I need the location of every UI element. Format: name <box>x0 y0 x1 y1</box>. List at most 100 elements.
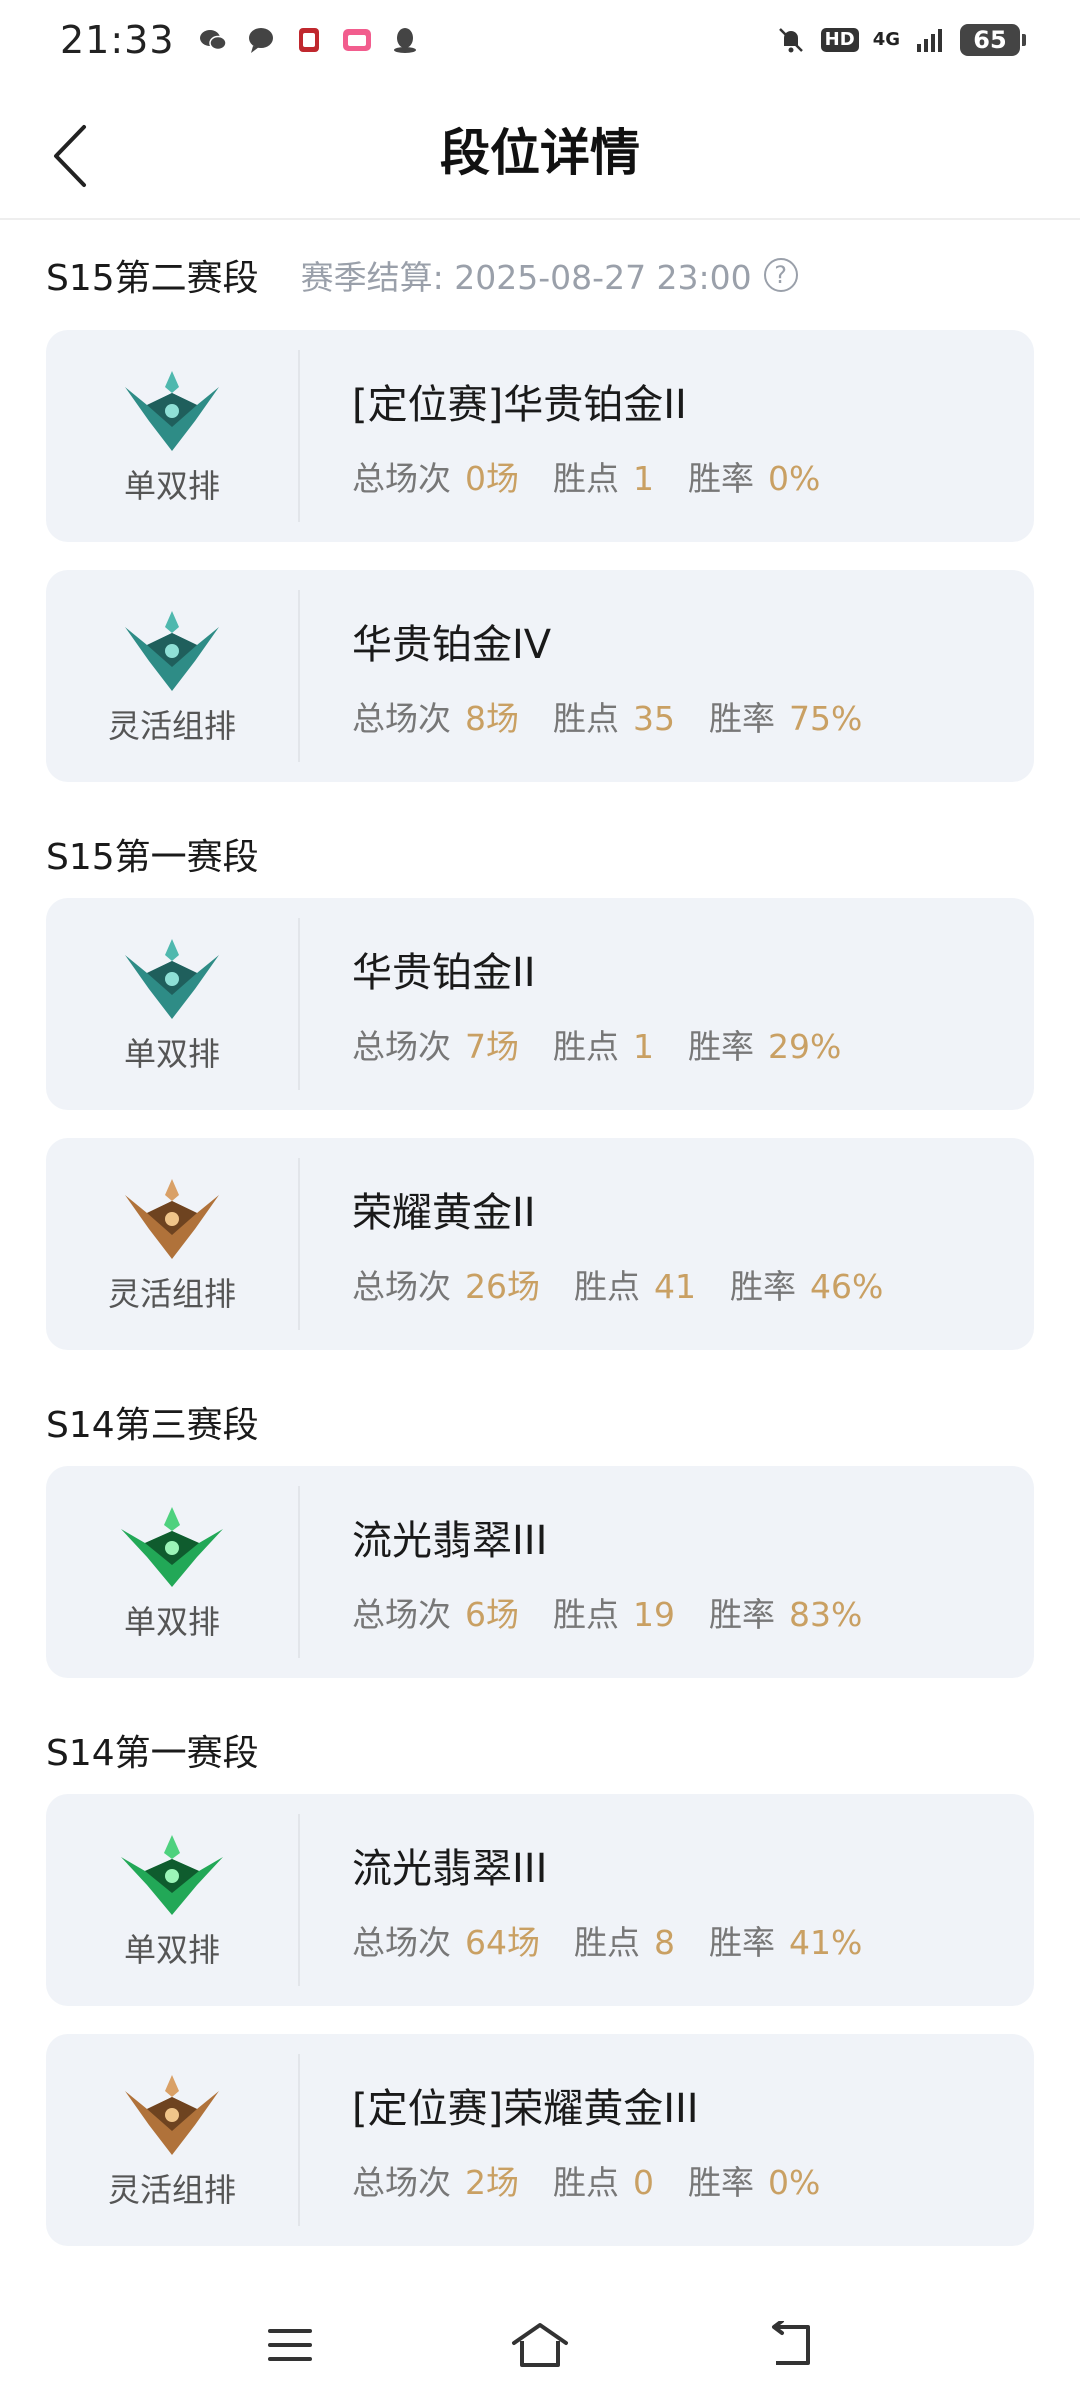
rank-card-right: 华贵铂金II 总场次 7场 胜点 1 胜率 29% <box>300 940 875 1068</box>
back-button[interactable] <box>40 116 100 196</box>
rank-card[interactable]: 单双排 流光翡翠III 总场次 64场 胜点 8 胜率 41% <box>46 1794 1034 2006</box>
queue-label: 灵活组排 <box>107 707 236 745</box>
games-value: 26场 <box>465 1267 540 1306</box>
lp-value: 8 <box>654 1923 675 1962</box>
lp-label: 胜点 <box>553 699 619 738</box>
back-nav-button[interactable] <box>760 2315 820 2375</box>
section-title: S15第二赛段 <box>46 258 259 299</box>
rank-card-left: 灵活组排 <box>46 1158 300 1330</box>
winrate-value: 0% <box>768 459 821 498</box>
season-end-text: 赛季结算: 2025-08-27 23:00 ? <box>301 251 798 299</box>
rank-card-left: 灵活组排 <box>46 590 300 762</box>
games-label: 总场次 <box>352 699 451 738</box>
wechat-icon <box>197 24 229 56</box>
platinum-emblem-icon <box>125 371 219 451</box>
winrate-label: 胜率 <box>730 1267 796 1306</box>
rank-card-left: 单双排 <box>46 918 300 1090</box>
winrate-value: 41% <box>789 1923 863 1962</box>
games-value: 7场 <box>465 1027 519 1066</box>
menu-icon <box>268 2329 312 2361</box>
bell-muted-icon <box>775 24 807 56</box>
rank-card[interactable]: 单双排 流光翡翠III 总场次 6场 胜点 19 胜率 83% <box>46 1466 1034 1678</box>
page-title: 段位详情 <box>440 124 640 182</box>
lp-value: 35 <box>633 699 675 738</box>
games-value: 64场 <box>465 1923 540 1962</box>
rank-card-left: 单双排 <box>46 1486 300 1658</box>
winrate-label: 胜率 <box>709 1923 775 1962</box>
rank-stats: 总场次 64场 胜点 8 胜率 41% <box>352 1916 896 1964</box>
gold-emblem-icon <box>125 2075 219 2155</box>
rank-card-left: 单双排 <box>46 1814 300 1986</box>
rank-card-right: 荣耀黄金II 总场次 26场 胜点 41 胜率 46% <box>300 1180 917 1308</box>
section-header: S15第二赛段 赛季结算: 2025-08-27 23:00 ? <box>46 220 1034 330</box>
section-title: S14第一赛段 <box>46 1733 259 1774</box>
lp-value: 19 <box>633 1595 675 1634</box>
bilibili-icon <box>341 24 373 56</box>
rank-name: 流光翡翠III <box>352 1518 548 1564</box>
menu-button[interactable] <box>260 2315 320 2375</box>
queue-label: 单双排 <box>123 1603 220 1641</box>
games-label: 总场次 <box>352 1267 451 1306</box>
rank-card[interactable]: 灵活组排 华贵铂金IV 总场次 8场 胜点 35 胜率 75% <box>46 570 1034 782</box>
rank-card-right: 华贵铂金IV 总场次 8场 胜点 35 胜率 75% <box>300 612 896 740</box>
games-value: 6场 <box>465 1595 519 1634</box>
rank-card[interactable]: 灵活组排 [定位赛]荣耀黄金III 总场次 2场 胜点 0 胜率 0% <box>46 2034 1034 2246</box>
status-time: 21:33 <box>60 18 175 62</box>
rank-name: 荣耀黄金II <box>352 1190 536 1236</box>
games-label: 总场次 <box>352 1595 451 1634</box>
rank-card[interactable]: 灵活组排 荣耀黄金II 总场次 26场 胜点 41 胜率 46% <box>46 1138 1034 1350</box>
games-value: 8场 <box>465 699 519 738</box>
games-label: 总场次 <box>352 2163 451 2202</box>
winrate-label: 胜率 <box>709 699 775 738</box>
help-icon[interactable]: ? <box>763 258 798 292</box>
lp-value: 0 <box>633 2163 654 2202</box>
status-bar: 21:33 HD 4G 65 <box>0 0 1080 80</box>
lp-label: 胜点 <box>574 1267 640 1306</box>
rank-card-left: 灵活组排 <box>46 2054 300 2226</box>
signal-icon <box>914 24 946 56</box>
rank-card-right: [定位赛]荣耀黄金III 总场次 2场 胜点 0 胜率 0% <box>300 2076 854 2204</box>
winrate-value: 46% <box>810 1267 884 1306</box>
section-title: S15第一赛段 <box>46 837 259 878</box>
lp-label: 胜点 <box>553 1027 619 1066</box>
lp-label: 胜点 <box>574 1923 640 1962</box>
lp-label: 胜点 <box>553 459 619 498</box>
lp-value: 41 <box>654 1267 696 1306</box>
home-button[interactable] <box>510 2315 570 2375</box>
games-value: 2场 <box>465 2163 519 2202</box>
rank-stats: 总场次 8场 胜点 35 胜率 75% <box>352 692 896 740</box>
section-header: S14第一赛段 <box>46 1706 1034 1794</box>
rank-history-list: S15第二赛段 赛季结算: 2025-08-27 23:00 ? 单双排 [定位… <box>46 220 1034 2274</box>
qq-icon <box>389 24 421 56</box>
rank-stats: 总场次 26场 胜点 41 胜率 46% <box>352 1260 917 1308</box>
rank-stats: 总场次 6场 胜点 19 胜率 83% <box>352 1588 896 1636</box>
lp-label: 胜点 <box>553 1595 619 1634</box>
chevron-left-icon <box>54 125 86 187</box>
emerald-emblem-icon <box>121 1835 223 1915</box>
platinum-emblem-icon <box>125 611 219 691</box>
rank-name: [定位赛]荣耀黄金III <box>352 2086 699 2132</box>
battery-indicator: 65 <box>960 24 1026 56</box>
lp-value: 1 <box>633 459 654 498</box>
winrate-label: 胜率 <box>688 459 754 498</box>
rank-name: [定位赛]华贵铂金II <box>352 382 687 428</box>
games-label: 总场次 <box>352 459 451 498</box>
winrate-value: 29% <box>768 1027 842 1066</box>
rank-card[interactable]: 单双排 [定位赛]华贵铂金II 总场次 0场 胜点 1 胜率 0% <box>46 330 1034 542</box>
back-arrow-icon <box>772 2321 810 2365</box>
queue-label: 灵活组排 <box>107 1275 236 1313</box>
lp-value: 1 <box>633 1027 654 1066</box>
season-end-label: 赛季结算: 2025-08-27 23:00 <box>300 258 752 297</box>
rank-card-right: 流光翡翠III 总场次 6场 胜点 19 胜率 83% <box>300 1508 896 1636</box>
rank-card-left: 单双排 <box>46 350 300 522</box>
app-icon-red <box>293 24 325 56</box>
winrate-label: 胜率 <box>688 2163 754 2202</box>
queue-label: 单双排 <box>123 467 220 505</box>
message-icon <box>245 24 277 56</box>
rank-stats: 总场次 0场 胜点 1 胜率 0% <box>352 452 854 500</box>
home-icon <box>512 2323 568 2367</box>
winrate-label: 胜率 <box>688 1027 754 1066</box>
page-header: 段位详情 <box>0 80 1080 220</box>
winrate-value: 83% <box>789 1595 863 1634</box>
rank-card[interactable]: 单双排 华贵铂金II 总场次 7场 胜点 1 胜率 29% <box>46 898 1034 1110</box>
